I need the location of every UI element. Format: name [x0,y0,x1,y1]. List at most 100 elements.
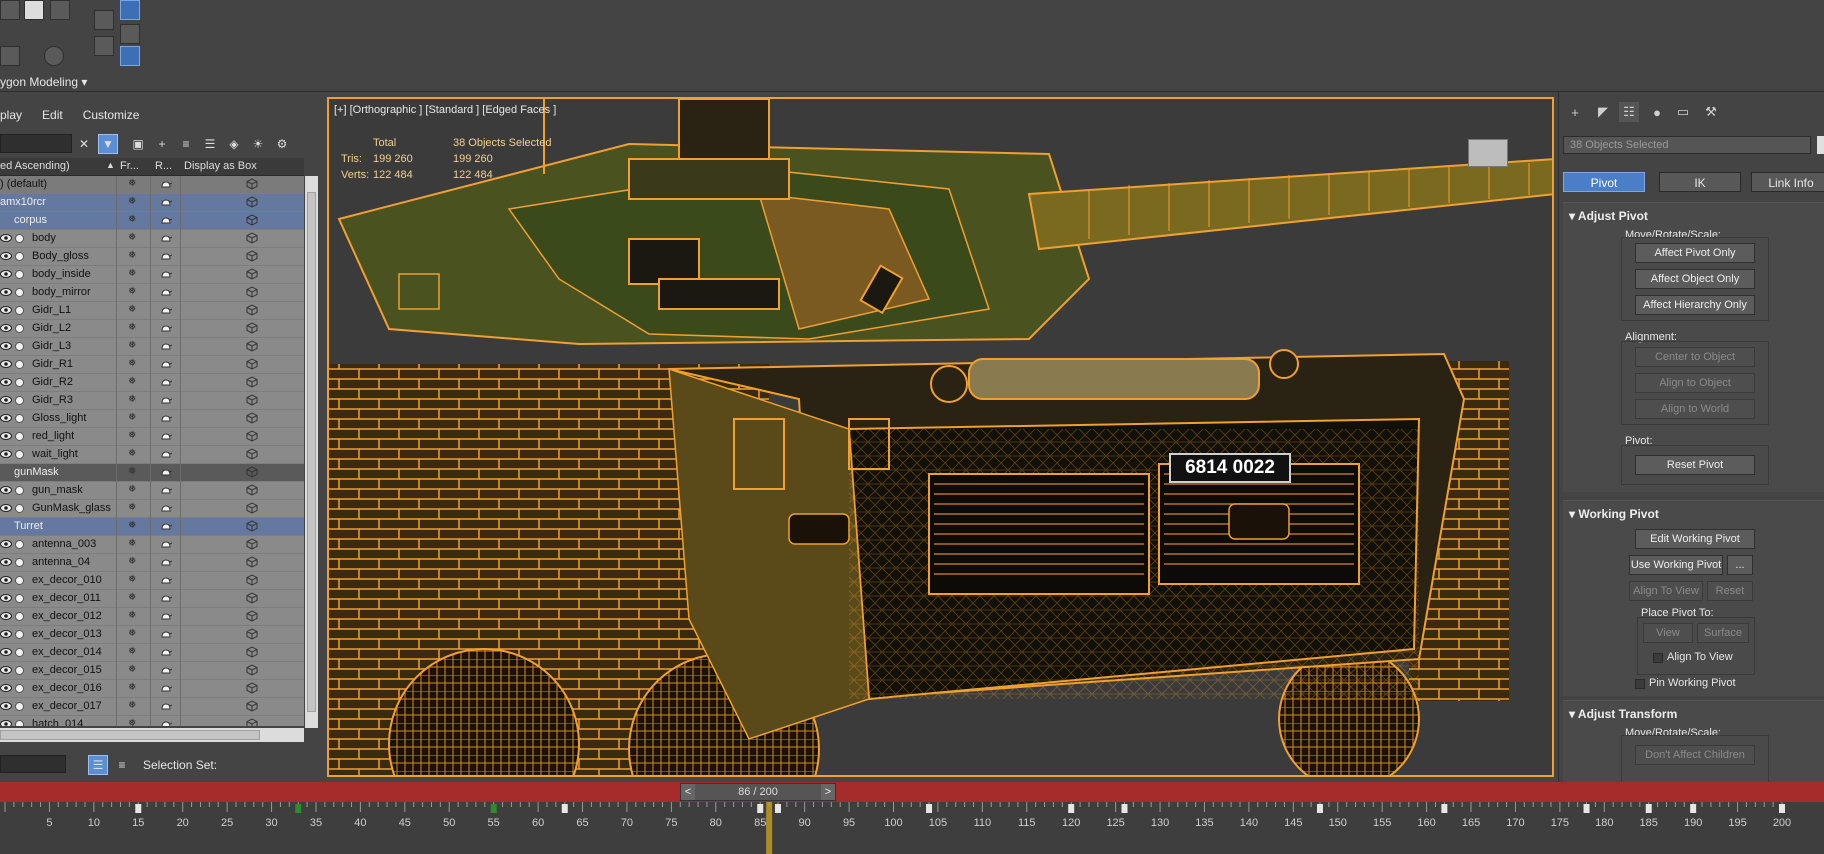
horizontal-scrollbar[interactable] [0,728,304,742]
list-item[interactable]: Gidr_L3 ❅ [0,338,304,356]
visibility-dot-icon[interactable] [15,306,24,315]
display-as-box-icon[interactable] [246,268,258,280]
display-as-box-icon[interactable] [246,412,258,424]
freeze-icon[interactable]: ❅ [128,683,138,693]
eye-icon[interactable] [0,322,12,334]
display-as-box-icon[interactable] [246,466,258,478]
affect-pivot-only-button[interactable]: Affect Pivot Only [1635,243,1755,263]
tool-icon[interactable] [0,0,20,20]
pin-working-pivot-checkbox[interactable] [1635,679,1645,689]
eye-icon[interactable] [0,682,12,694]
eye-icon[interactable] [0,394,12,406]
align-to-view-button[interactable]: Align To View [1629,581,1703,601]
render-teapot-icon[interactable] [160,521,173,531]
render-teapot-icon[interactable] [160,377,173,387]
ribbon-tab-polygon-modeling[interactable]: ygon Modeling ▾ [0,75,87,89]
record-icon[interactable] [44,46,64,66]
eye-icon[interactable] [0,376,12,388]
next-frame-button[interactable]: > [821,784,835,800]
visibility-dot-icon[interactable] [15,540,24,549]
visibility-dot-icon[interactable] [15,702,24,711]
select-icon[interactable] [120,0,140,20]
freeze-icon[interactable]: ❅ [128,503,138,513]
freeze-icon[interactable]: ❅ [128,197,138,207]
tab-pivot[interactable]: Pivot [1563,172,1645,192]
visibility-dot-icon[interactable] [15,486,24,495]
list-item[interactable]: antenna_04 ❅ [0,554,304,572]
render-teapot-icon[interactable] [160,629,173,639]
list-item[interactable]: Body_gloss ❅ [0,248,304,266]
eye-icon[interactable] [0,610,12,622]
list-item[interactable]: GunMask_glass ❅ [0,500,304,518]
render-teapot-icon[interactable] [160,197,173,207]
visibility-dot-icon[interactable] [15,252,24,261]
align-to-object-button[interactable]: Align to Object [1635,373,1755,393]
visibility-dot-icon[interactable] [15,378,24,387]
list-item[interactable]: amx10rcr ❅ [0,194,304,212]
time-slider[interactable]: < 86 / 200 > [680,783,836,801]
display-as-box-icon[interactable] [246,502,258,514]
list-item[interactable]: ex_decor_017 ❅ [0,698,304,716]
list-item[interactable]: ex_decor_016 ❅ [0,680,304,698]
eye-icon[interactable] [0,628,12,640]
column-display-as-box[interactable]: Display as Box [184,160,257,172]
freeze-icon[interactable]: ❅ [128,467,138,477]
lock-icon[interactable]: ▣ [128,134,148,154]
viewport-label[interactable]: [+] [Orthographic ] [Standard ] [Edged F… [334,104,556,116]
hierarchy-icon[interactable]: ≡ [176,134,196,154]
render-teapot-icon[interactable] [160,467,173,477]
render-teapot-icon[interactable] [160,647,173,657]
column-name[interactable]: ed Ascending) [0,160,70,172]
list-item[interactable]: Gidr_L2 ❅ [0,320,304,338]
render-teapot-icon[interactable] [160,395,173,405]
eye-icon[interactable] [0,700,12,712]
eye-icon[interactable] [0,718,12,726]
rollout-header[interactable]: ▾ Working Pivot [1569,507,1659,521]
render-teapot-icon[interactable] [160,719,173,726]
display-as-box-icon[interactable] [246,286,258,298]
freeze-icon[interactable]: ❅ [128,575,138,585]
visibility-dot-icon[interactable] [15,414,24,423]
list-item[interactable]: ex_decor_013 ❅ [0,626,304,644]
display-as-box-icon[interactable] [246,394,258,406]
display-as-box-icon[interactable] [246,682,258,694]
center-to-object-button[interactable]: Center to Object [1635,347,1755,367]
eye-icon[interactable] [0,484,12,496]
render-teapot-icon[interactable] [160,557,173,567]
place-pivot-view-button[interactable]: View [1643,623,1693,643]
list-item[interactable]: ex_decor_011 ❅ [0,590,304,608]
create-icon[interactable]: + [1565,102,1585,122]
render-teapot-icon[interactable] [160,683,173,693]
list-item[interactable]: hatch_014 ❅ [0,716,304,726]
visibility-dot-icon[interactable] [15,630,24,639]
display-as-box-icon[interactable] [246,538,258,550]
display-as-box-icon[interactable] [246,376,258,388]
viewport[interactable]: [+] [Orthographic ] [Standard ] [Edged F… [327,97,1554,777]
display-as-box-icon[interactable] [246,628,258,640]
selection-set-dropdown[interactable] [0,755,66,773]
list-item[interactable]: Turret ❅ [0,518,304,536]
display-as-box-icon[interactable] [246,196,258,208]
link-icon[interactable] [120,24,140,44]
edge-icon[interactable] [0,46,20,66]
render-teapot-icon[interactable] [160,359,173,369]
render-teapot-icon[interactable] [160,431,173,441]
search-input[interactable] [0,134,72,153]
list-item[interactable]: Gidr_R1 ❅ [0,356,304,374]
object-color-swatch[interactable] [1817,136,1824,154]
freeze-icon[interactable]: ❅ [128,323,138,333]
list-item[interactable]: Gloss_light ❅ [0,410,304,428]
display-as-box-icon[interactable] [246,664,258,676]
visibility-dot-icon[interactable] [15,648,24,657]
dont-affect-children-button[interactable]: Don't Affect Children [1635,745,1755,765]
display-as-box-icon[interactable] [246,574,258,586]
tab-ik[interactable]: IK [1659,172,1741,192]
hierarchy-icon[interactable]: ☷ [1619,102,1639,122]
visibility-dot-icon[interactable] [15,576,24,585]
eye-icon[interactable] [0,502,12,514]
render-teapot-icon[interactable] [160,575,173,585]
render-teapot-icon[interactable] [160,251,173,261]
render-teapot-icon[interactable] [160,269,173,279]
freeze-icon[interactable]: ❅ [128,251,138,261]
eye-icon[interactable] [0,358,12,370]
